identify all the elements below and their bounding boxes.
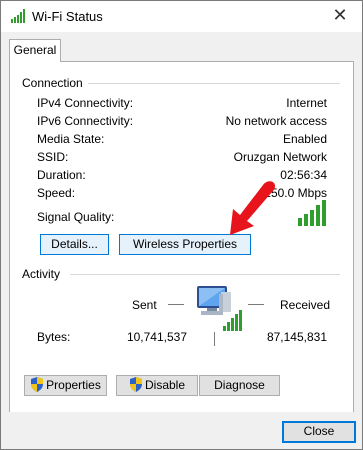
details-button[interactable]: Details...	[40, 234, 109, 255]
ipv4-value: Internet	[286, 96, 327, 110]
activity-divider	[70, 274, 340, 275]
wifi-signal-icon	[11, 9, 27, 26]
connection-divider	[88, 83, 340, 84]
media-state-value: Enabled	[282, 132, 327, 146]
ssid-value: Oruzgan Network	[233, 150, 327, 164]
sent-label: Sent	[132, 298, 157, 312]
dialog-footer: Close	[1, 412, 362, 449]
ipv6-value: No network access	[225, 114, 327, 128]
window-close-button[interactable]: ✕	[318, 1, 362, 32]
bytes-separator	[214, 332, 215, 346]
signal-strength-icon	[297, 200, 329, 229]
connection-heading: Connection	[22, 76, 83, 90]
bytes-sent-value: 10,741,537	[126, 330, 187, 344]
disable-button-label: Disable	[144, 378, 186, 392]
received-label: Received	[280, 298, 331, 312]
ipv4-label: IPv4 Connectivity:	[37, 96, 134, 110]
window-title: Wi-Fi Status	[32, 9, 103, 24]
speed-label: Speed:	[37, 186, 76, 200]
title-bar: Wi-Fi Status ✕	[1, 1, 362, 32]
duration-label: Duration:	[37, 168, 86, 182]
properties-button[interactable]: Properties	[24, 375, 107, 396]
shield-icon	[129, 377, 143, 398]
general-tab-panel: Connection IPv4 Connectivity: Internet I…	[9, 61, 354, 414]
bytes-label: Bytes:	[37, 330, 71, 344]
bytes-received-value: 87,145,831	[266, 330, 327, 344]
signal-quality-label: Signal Quality:	[37, 210, 115, 224]
duration-value: 02:56:34	[280, 168, 327, 182]
network-computer-icon	[193, 282, 243, 335]
close-button[interactable]: Close	[282, 421, 356, 443]
diagnose-button[interactable]: Diagnose	[199, 375, 280, 396]
properties-button-label: Properties	[46, 378, 101, 392]
wifi-status-window: Wi-Fi Status ✕ General Connection IPv4 C…	[0, 0, 363, 450]
ipv6-label: IPv6 Connectivity:	[37, 114, 134, 128]
received-dash	[248, 304, 264, 305]
disable-button[interactable]: Disable	[116, 375, 198, 396]
sent-dash	[168, 304, 184, 305]
activity-heading: Activity	[22, 267, 61, 281]
red-arrow-annotation	[224, 179, 280, 242]
tab-general[interactable]: General	[9, 39, 61, 62]
ssid-label: SSID:	[37, 150, 69, 164]
media-state-label: Media State:	[37, 132, 105, 146]
shield-icon	[30, 377, 44, 398]
